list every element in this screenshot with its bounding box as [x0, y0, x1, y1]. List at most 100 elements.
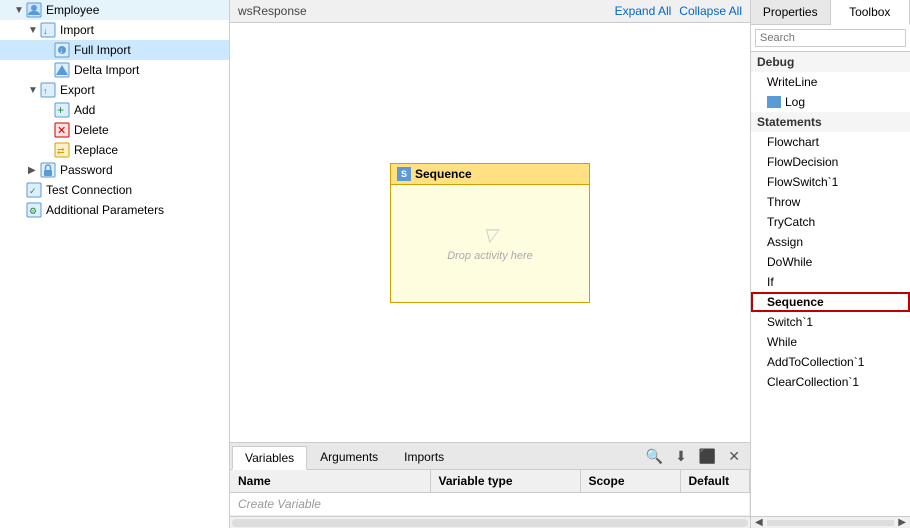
sidebar-label-password: Password	[60, 163, 113, 177]
sidebar: ▼ Employee ▼ ↓ Import ▶ ↓ Full Import ▶	[0, 0, 230, 528]
search-input[interactable]	[755, 29, 906, 47]
sequence-title: Sequence	[415, 167, 472, 181]
toolbar-actions: Expand All Collapse All	[615, 4, 742, 18]
sidebar-item-deltaimport[interactable]: ▶ Delta Import	[0, 60, 229, 80]
expand-arrow-employee: ▼	[14, 5, 24, 15]
expand-all-button[interactable]: Expand All	[615, 4, 672, 18]
toolbox-item-flowchart[interactable]: Flowchart	[751, 132, 910, 152]
testconnection-icon: ✓	[26, 182, 42, 198]
svg-text:+: +	[57, 103, 64, 117]
sequence-header-icon: S	[397, 167, 411, 181]
toolbox-item-throw[interactable]: Throw	[751, 192, 910, 212]
trycatch-label: TryCatch	[767, 215, 815, 229]
expand-panel-icon[interactable]: ⬛	[695, 446, 720, 467]
password-icon	[40, 162, 56, 178]
toolbox-item-trycatch[interactable]: TryCatch	[751, 212, 910, 232]
while-label: While	[767, 335, 797, 349]
col-scope: Scope	[580, 470, 680, 493]
toolbox-item-dowhile[interactable]: DoWhile	[751, 252, 910, 272]
sidebar-item-export[interactable]: ▼ ↑ Export	[0, 80, 229, 100]
sidebar-label-delete: Delete	[74, 123, 109, 137]
sidebar-item-replace[interactable]: ▶ ⇄ Replace	[0, 140, 229, 160]
svg-text:✕: ✕	[57, 125, 66, 137]
right-panel-tabs: Properties Toolbox	[751, 0, 910, 25]
flowswitch-label: FlowSwitch`1	[767, 175, 838, 189]
employee-icon	[26, 2, 42, 18]
canvas-area[interactable]: S Sequence ▽ Drop activity here	[230, 23, 750, 442]
toolbox-item-log[interactable]: Log	[751, 92, 910, 112]
sidebar-item-add[interactable]: ▶ + Add	[0, 100, 229, 120]
expand-arrow-import: ▼	[28, 25, 38, 35]
create-variable-cell[interactable]: Create Variable	[230, 493, 750, 516]
sidebar-item-password[interactable]: ▶ Password	[0, 160, 229, 180]
scroll-left-icon[interactable]: ◀	[755, 517, 763, 528]
import-icon: ↓	[40, 22, 56, 38]
bottom-scrollbar	[230, 516, 750, 528]
toolbox-item-assign[interactable]: Assign	[751, 232, 910, 252]
dowhile-label: DoWhile	[767, 255, 812, 269]
scrollbar-track	[232, 519, 748, 527]
sidebar-label-fullimport: Full Import	[74, 43, 131, 57]
debug-group-header: Debug	[751, 52, 910, 72]
if-label: If	[767, 275, 774, 289]
sidebar-label-testconnection: Test Connection	[46, 183, 132, 197]
search-variables-icon[interactable]: 🔍	[642, 446, 667, 467]
sidebar-label-replace: Replace	[74, 143, 118, 157]
switch-label: Switch`1	[767, 315, 813, 329]
create-variable-row[interactable]: Create Variable	[230, 493, 750, 516]
search-box	[751, 25, 910, 52]
add-icon: +	[54, 102, 70, 118]
tab-toolbox[interactable]: Toolbox	[831, 0, 910, 25]
toolbox-item-if[interactable]: If	[751, 272, 910, 292]
toolbox-item-writeline[interactable]: WriteLine	[751, 72, 910, 92]
sidebar-item-delete[interactable]: ▶ ✕ Delete	[0, 120, 229, 140]
collapse-panel-icon[interactable]: ✕	[724, 446, 744, 467]
tab-properties[interactable]: Properties	[751, 0, 831, 24]
flowdecision-label: FlowDecision	[767, 155, 838, 169]
deltaimport-icon	[54, 62, 70, 78]
sequence-box[interactable]: S Sequence ▽ Drop activity here	[390, 163, 590, 303]
sequence-label: Sequence	[767, 295, 824, 309]
drop-arrow-icon: ▽	[483, 225, 497, 246]
clearcollection-label: ClearCollection`1	[767, 375, 859, 389]
sidebar-label-employee: Employee	[46, 3, 99, 17]
sidebar-item-employee[interactable]: ▼ Employee	[0, 0, 229, 20]
tab-arguments[interactable]: Arguments	[307, 445, 391, 469]
sidebar-item-testconnection[interactable]: ▶ ✓ Test Connection	[0, 180, 229, 200]
toolbox-item-flowswitch[interactable]: FlowSwitch`1	[751, 172, 910, 192]
toolbox-item-flowdecision[interactable]: FlowDecision	[751, 152, 910, 172]
writeline-label: WriteLine	[767, 75, 817, 89]
sidebar-item-import[interactable]: ▼ ↓ Import	[0, 20, 229, 40]
right-panel: Properties Toolbox Debug WriteLine Log	[750, 0, 910, 528]
toolbox-item-addtocollection[interactable]: AddToCollection`1	[751, 352, 910, 372]
toolbox-item-clearcollection[interactable]: ClearCollection`1	[751, 372, 910, 392]
sequence-body[interactable]: ▽ Drop activity here	[391, 185, 589, 302]
toolbox-item-sequence[interactable]: Sequence	[751, 292, 910, 312]
scroll-down-icon[interactable]: ⬇	[671, 446, 691, 467]
svg-text:⚙: ⚙	[29, 206, 37, 216]
right-scrollbar: ◀ ▶	[751, 516, 910, 528]
collapse-all-button[interactable]: Collapse All	[679, 4, 742, 18]
log-icon	[767, 96, 781, 108]
drop-text: Drop activity here	[447, 250, 533, 262]
svg-text:✓: ✓	[29, 186, 37, 196]
toolbox-item-switch[interactable]: Switch`1	[751, 312, 910, 332]
svg-text:⇄: ⇄	[57, 146, 65, 156]
scroll-right-icon[interactable]: ▶	[898, 517, 906, 528]
fullimport-icon: ↓	[54, 42, 70, 58]
delete-icon: ✕	[54, 122, 70, 138]
sidebar-label-import: Import	[60, 23, 94, 37]
col-name: Name	[230, 470, 430, 493]
sidebar-label-deltaimport: Delta Import	[74, 63, 139, 77]
sidebar-item-additionalparams[interactable]: ▶ ⚙ Additional Parameters	[0, 200, 229, 220]
sidebar-label-export: Export	[60, 83, 95, 97]
statements-group-header: Statements	[751, 112, 910, 132]
toolbox-item-while[interactable]: While	[751, 332, 910, 352]
col-default: Default	[680, 470, 750, 493]
sidebar-item-fullimport[interactable]: ▶ ↓ Full Import	[0, 40, 229, 60]
toolbox-group-statements: Statements Flowchart FlowDecision FlowSw…	[751, 112, 910, 392]
tab-variables[interactable]: Variables	[232, 446, 307, 470]
variables-table: Name Variable type Scope Default Create …	[230, 470, 750, 516]
tab-imports[interactable]: Imports	[391, 445, 457, 469]
replace-icon: ⇄	[54, 142, 70, 158]
